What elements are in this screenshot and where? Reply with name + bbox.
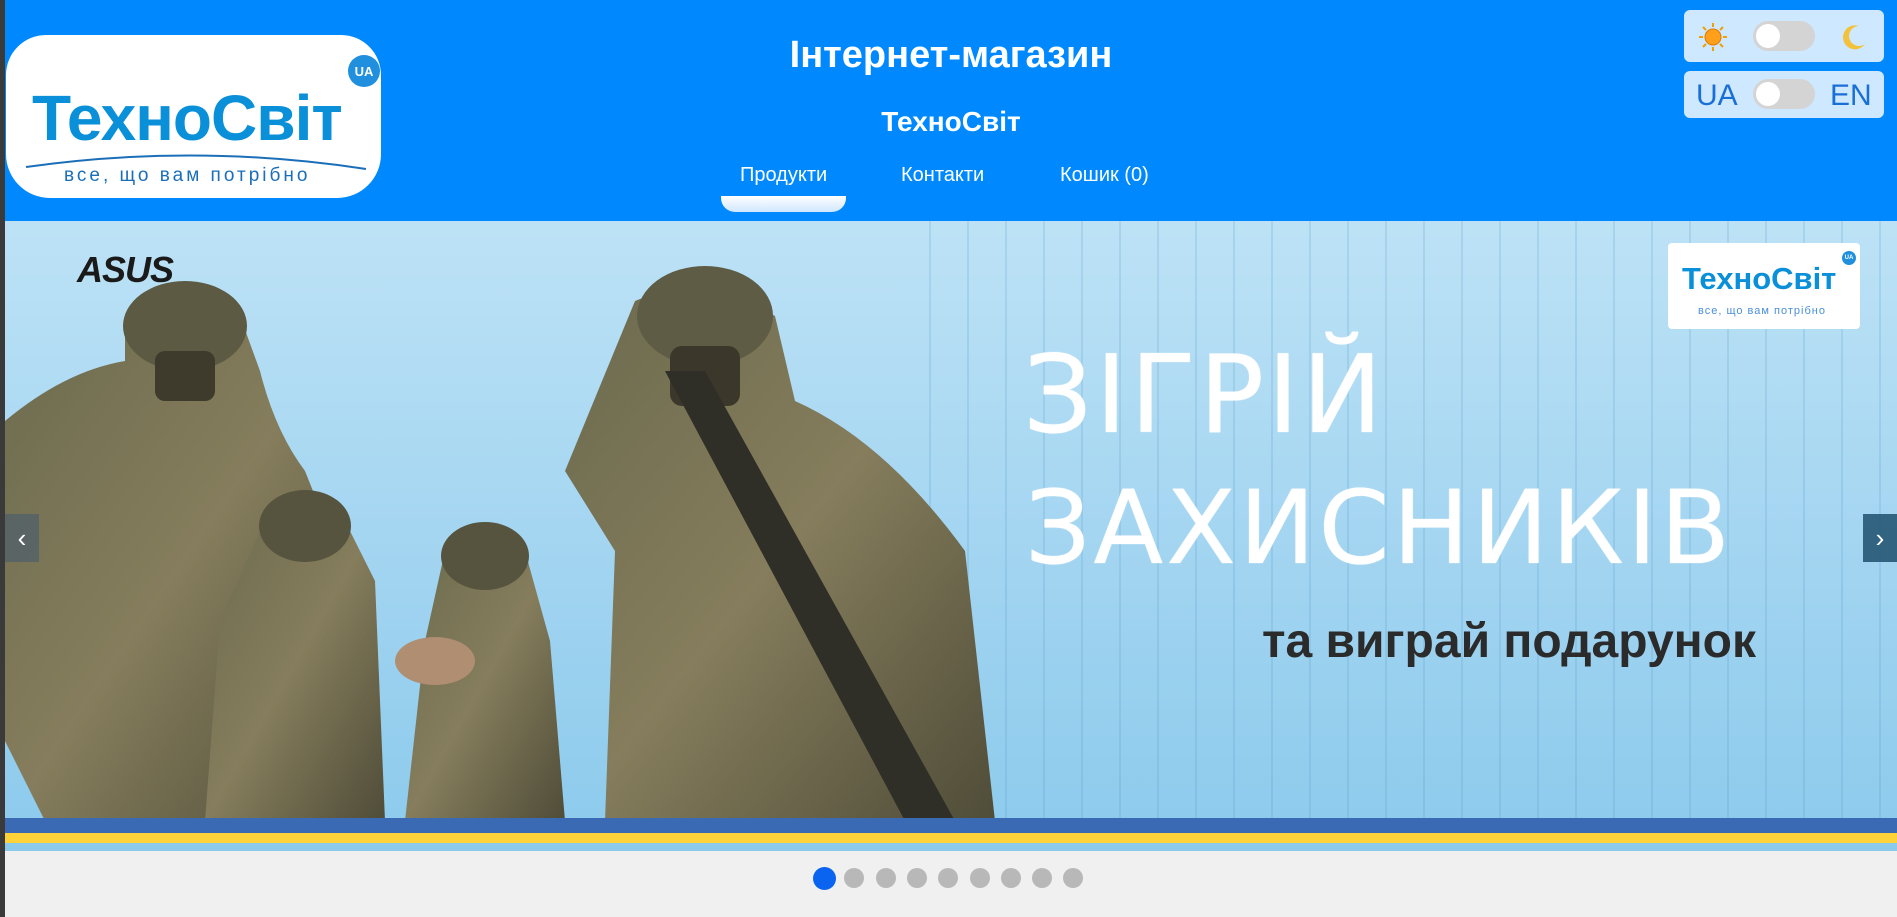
theme-switch-knob xyxy=(1756,24,1780,48)
language-toggle-panel: UA EN xyxy=(1684,71,1884,118)
nav-cart[interactable]: Кошик (0) xyxy=(1060,164,1149,187)
carousel-pagination xyxy=(0,866,1897,890)
page-title: Інтернет-магазин xyxy=(789,34,1113,76)
language-switch-knob xyxy=(1756,82,1780,106)
banner-headline-line1: ЗІГРІЙ xyxy=(1023,333,1386,458)
carousel-dot[interactable] xyxy=(844,868,865,888)
carousel-dot[interactable] xyxy=(1032,868,1053,888)
lang-label-en: EN xyxy=(1830,79,1872,112)
carousel-prev-button[interactable]: ‹ xyxy=(5,514,39,562)
carousel-dot[interactable] xyxy=(875,868,896,888)
banner-store-logo: ТехноСвіт все, що вам потрібно UA xyxy=(1668,243,1860,329)
soldiers-illustration xyxy=(5,266,995,821)
lang-label-ua: UA xyxy=(1696,79,1738,112)
nav-active-indicator xyxy=(721,196,846,212)
carousel-next-button[interactable]: › xyxy=(1863,514,1897,562)
sun-icon xyxy=(1699,23,1727,51)
banner-logo-badge: UA xyxy=(1842,251,1856,265)
nav-contacts[interactable]: Контакти xyxy=(901,164,984,187)
banner-logo-tagline: все, що вам потрібно xyxy=(1698,305,1826,317)
theme-toggle-panel xyxy=(1684,10,1884,62)
main-nav: Продукти Контакти Кошик (0) xyxy=(5,164,1897,214)
banner-logo-wordmark: ТехноСвіт xyxy=(1682,261,1837,296)
banner-subline: та виграй подарунок xyxy=(1262,615,1756,668)
page-subtitle: ТехноСвіт xyxy=(881,106,1021,137)
carousel-dot[interactable] xyxy=(969,868,990,888)
hero-carousel-slide[interactable]: ASUS ТехноСвіт все, що вам потрібно UA З… xyxy=(5,221,1897,851)
flag-stripe-yellow xyxy=(5,833,1897,843)
theme-switch[interactable] xyxy=(1753,21,1815,51)
language-switch[interactable] xyxy=(1753,79,1815,109)
flag-stripe-blue xyxy=(5,818,1897,833)
moon-icon xyxy=(1843,25,1865,50)
carousel-dot[interactable] xyxy=(1063,868,1084,888)
carousel-dot[interactable] xyxy=(813,867,836,890)
carousel-dot[interactable] xyxy=(1000,868,1021,888)
carousel-dot[interactable] xyxy=(906,868,927,888)
site-header: ТехноСвіт все, що вам потрібно UA Інтерн… xyxy=(5,0,1897,221)
carousel-dot[interactable] xyxy=(938,868,959,888)
asus-logo: ASUS xyxy=(77,249,174,290)
banner-headline-line2: ЗАХИСНИКІВ xyxy=(1025,469,1734,588)
nav-products[interactable]: Продукти xyxy=(740,164,827,187)
